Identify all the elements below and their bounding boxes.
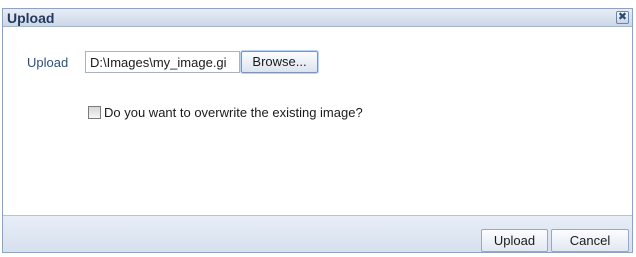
dialog-body: Upload D:\Images\my_image.gi Browse... D…: [3, 27, 632, 213]
upload-button[interactable]: Upload: [481, 229, 548, 252]
dialog-footer: Upload Cancel: [3, 215, 632, 252]
upload-field-label: Upload: [27, 55, 69, 70]
background-page-strip: [0, 0, 636, 8]
close-icon[interactable]: ✖: [616, 11, 629, 24]
overwrite-checkbox-label[interactable]: Do you want to overwrite the existing im…: [104, 105, 363, 120]
upload-dialog: Upload ✖ Upload D:\Images\my_image.gi Br…: [2, 8, 633, 253]
cancel-button[interactable]: Cancel: [551, 229, 629, 252]
overwrite-checkbox[interactable]: [88, 106, 101, 119]
file-path-input[interactable]: D:\Images\my_image.gi: [85, 51, 240, 73]
browse-button[interactable]: Browse...: [241, 51, 318, 73]
dialog-titlebar: Upload ✖: [3, 9, 632, 27]
dialog-title: Upload: [7, 10, 55, 26]
